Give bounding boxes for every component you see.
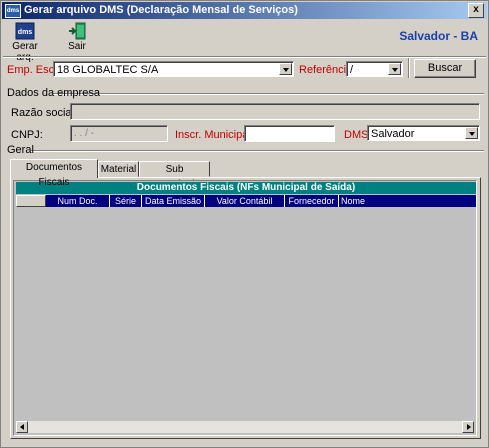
gerar-arquivo-button[interactable]: dms Gerar arq.: [3, 22, 47, 63]
cnpj-input: . . / -: [70, 125, 168, 142]
emp-escr-value: 18 GLOBALTEC S/A: [57, 64, 159, 76]
scroll-left-icon[interactable]: [16, 421, 28, 433]
gerar-arquivo-label: Gerar arq.: [12, 41, 38, 63]
col-valor-contabil[interactable]: Valor Contábil: [205, 195, 285, 207]
close-button[interactable]: x: [468, 3, 484, 18]
col-nome[interactable]: Nome: [339, 195, 476, 207]
grid-horizontal-scrollbar[interactable]: [16, 421, 474, 433]
cnpj-label: CNPJ:: [11, 129, 43, 141]
geral-divider: [31, 150, 484, 152]
dms-value: Salvador: [371, 128, 415, 140]
dms-window: dms Gerar arquivo DMS (Declaração Mensal…: [0, 0, 489, 448]
inscr-municipal-label: Inscr. Municipal:: [175, 129, 254, 141]
razao-social-label: Razão social:: [11, 107, 78, 119]
sair-button[interactable]: Sair: [55, 22, 99, 54]
referencia-dropdown-button[interactable]: [388, 63, 401, 75]
svg-text:dms: dms: [18, 29, 33, 36]
col-serie[interactable]: Série: [110, 195, 142, 207]
title-bar: dms Gerar arquivo DMS (Declaração Mensal…: [2, 2, 487, 19]
referencia-value: /: [350, 64, 354, 76]
tab-documentos-fiscais[interactable]: Documentos Fiscais: [10, 159, 98, 188]
inscr-municipal-input[interactable]: [244, 125, 335, 142]
razao-social-input: [70, 103, 480, 120]
buscar-button[interactable]: Buscar: [414, 59, 476, 78]
dms-select[interactable]: Salvador: [367, 125, 480, 141]
app-icon: dms: [5, 4, 21, 18]
col-data-emissao[interactable]: Data Emissão: [142, 195, 205, 207]
exit-door-icon: [69, 22, 86, 40]
city-label: Salvador - BA: [399, 29, 478, 43]
emp-escr-select[interactable]: 18 GLOBALTEC S/A: [53, 61, 294, 77]
grid-header: Num Doc. Série Data Emissão Valor Contáb…: [16, 195, 476, 207]
dados-divider: [53, 93, 484, 95]
dms-dropdown-button[interactable]: [465, 127, 478, 139]
tab-material[interactable]: Material: [98, 161, 139, 177]
sair-label: Sair: [68, 41, 86, 52]
window-title: Gerar arquivo DMS (Declaração Mensal de …: [24, 4, 298, 16]
grid-corner-cell: [16, 195, 46, 207]
col-num-doc[interactable]: Num Doc.: [46, 195, 110, 207]
toolbar-divider: [3, 56, 486, 58]
geral-group-label: Geral: [7, 144, 34, 156]
col-fornecedor[interactable]: Fornecedor: [285, 195, 339, 207]
dms-file-icon: dms: [15, 22, 35, 40]
dados-group-label: Dados da empresa: [7, 87, 100, 99]
tab-sub-empreitada[interactable]: Sub Empreitada: [139, 161, 210, 190]
documentos-grid[interactable]: Documentos Fiscais (NFs Municipal de Saí…: [13, 180, 477, 436]
grid-title: Documentos Fiscais (NFs Municipal de Saí…: [16, 182, 476, 194]
scroll-right-icon[interactable]: [462, 421, 474, 433]
referencia-select[interactable]: /: [346, 61, 403, 77]
emp-escr-dropdown-button[interactable]: [279, 63, 292, 75]
row-divider: [408, 58, 410, 78]
